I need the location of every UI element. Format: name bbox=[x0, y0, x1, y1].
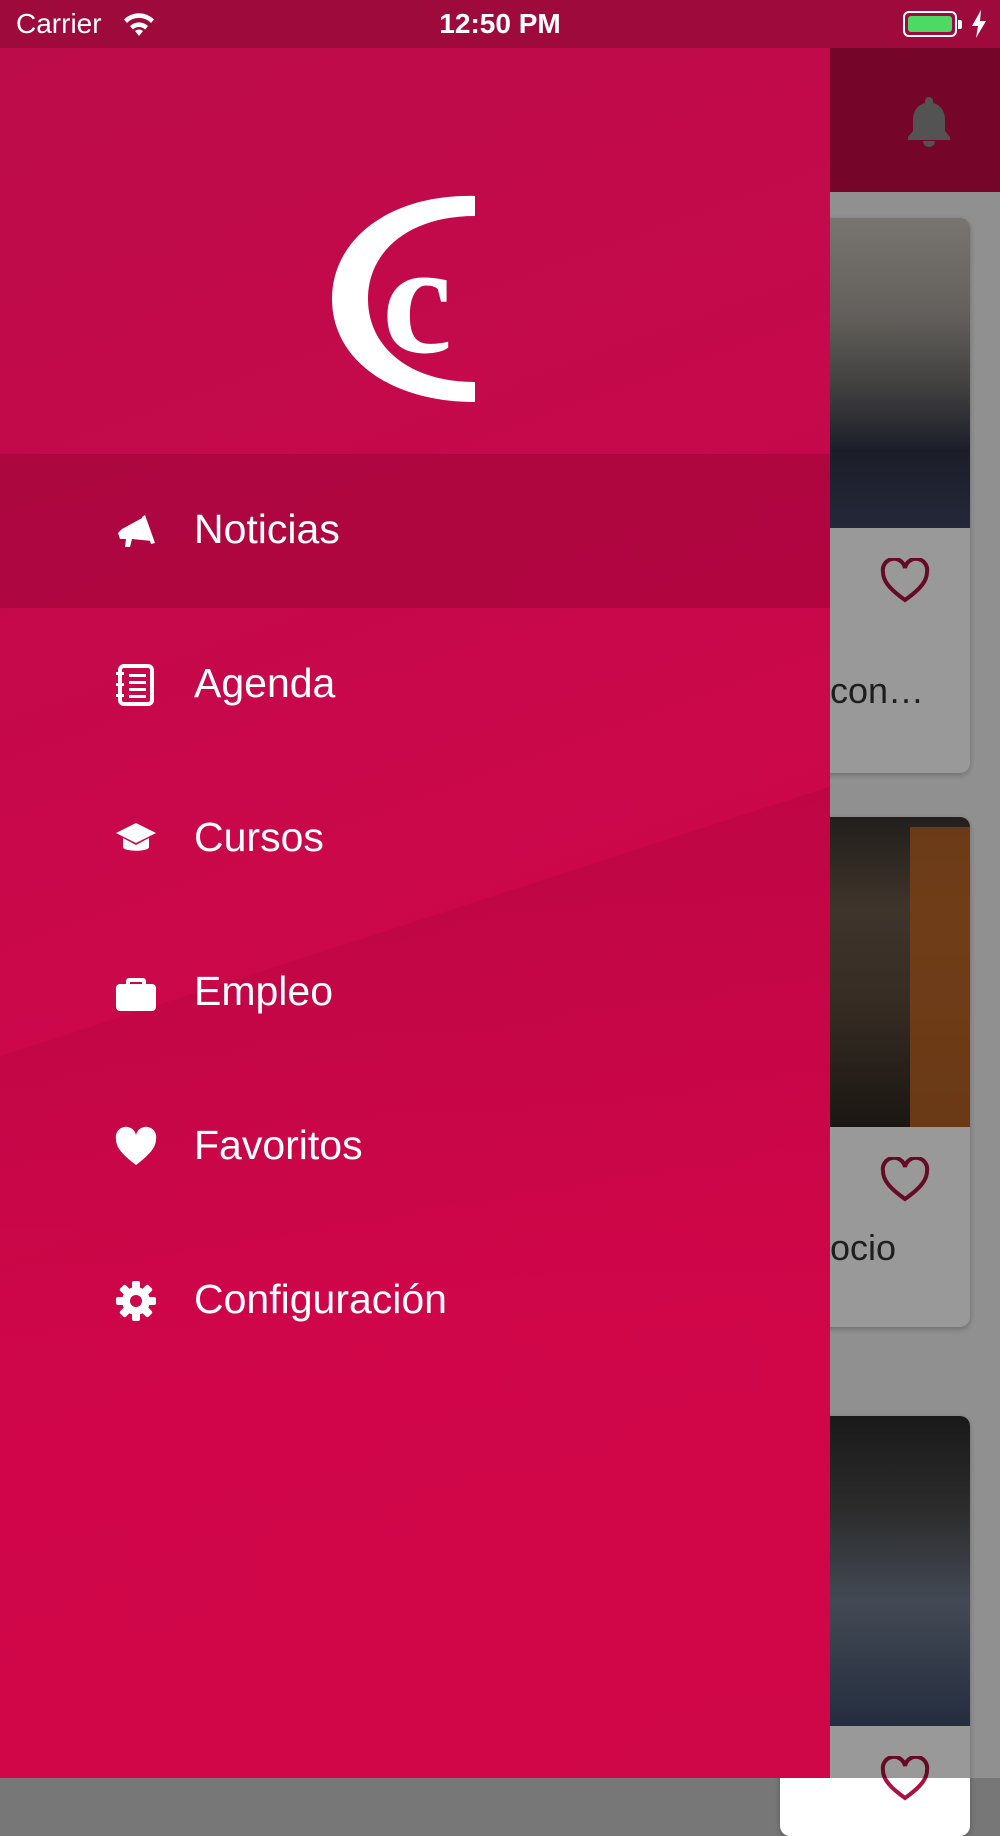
menu-label: Empleo bbox=[194, 968, 334, 1014]
menu-label: Favoritos bbox=[194, 1122, 363, 1168]
clock: 12:50 PM bbox=[439, 8, 561, 39]
svg-text:c: c bbox=[382, 212, 452, 387]
graduation-cap-icon bbox=[116, 823, 156, 851]
menu-item-favoritos[interactable]: Favoritos bbox=[0, 1070, 830, 1224]
heart-icon bbox=[115, 1126, 157, 1165]
charging-bolt-icon bbox=[972, 10, 986, 38]
menu-label: Agenda bbox=[194, 660, 336, 706]
menu-item-noticias[interactable]: Noticias bbox=[0, 454, 830, 608]
menu-item-cursos[interactable]: Cursos bbox=[0, 762, 830, 916]
c-monogram-logo: c bbox=[332, 195, 475, 402]
agenda-icon bbox=[116, 664, 154, 706]
briefcase-icon bbox=[116, 978, 156, 1011]
navigation-drawer: c Noticias Agenda Cursos Empleo Favorito… bbox=[0, 48, 830, 1778]
megaphone-icon bbox=[118, 515, 155, 547]
menu-item-configuracion[interactable]: Configuración bbox=[0, 1224, 830, 1378]
menu-label: Configuración bbox=[194, 1276, 447, 1322]
status-bar: Carrier 12:50 PM bbox=[0, 0, 1000, 48]
menu-label: Cursos bbox=[194, 814, 324, 860]
battery-icon bbox=[903, 11, 962, 37]
menu-item-agenda[interactable]: Agenda bbox=[0, 608, 830, 762]
menu-item-empleo[interactable]: Empleo bbox=[0, 916, 830, 1070]
menu-label: Noticias bbox=[194, 506, 340, 552]
gear-icon bbox=[116, 1281, 156, 1321]
